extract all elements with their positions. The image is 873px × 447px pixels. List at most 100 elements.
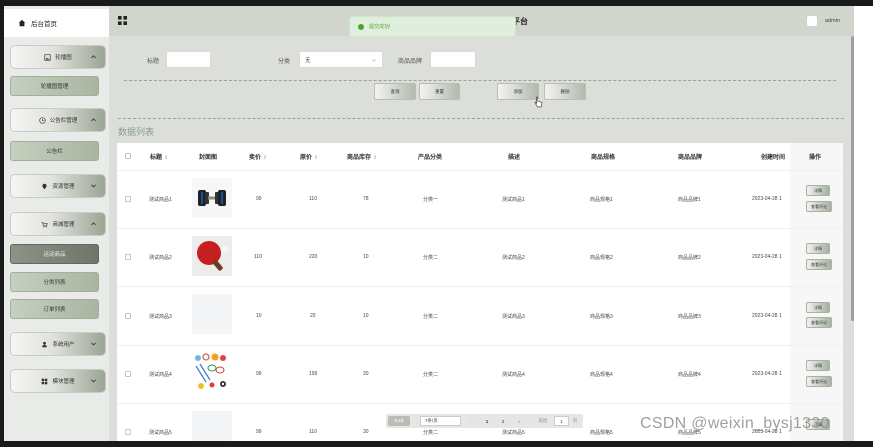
cell-stock: 10 (363, 313, 369, 319)
user-icon (42, 341, 48, 347)
query-button[interactable]: 查询 (374, 83, 416, 100)
row-checkbox[interactable] (125, 313, 131, 319)
brand-label: 商品品牌 (398, 59, 423, 65)
cell-created: 2023-04-28 1 (752, 196, 782, 202)
header-stock[interactable]: 商品库存 ⇕ (347, 152, 377, 161)
goto-input[interactable]: 1 (554, 416, 569, 426)
sort-icon: ⇕ (314, 155, 319, 161)
cell-sale: 99 (256, 196, 262, 202)
view-review-button[interactable]: 查看评论 (806, 259, 832, 270)
menu-order-list[interactable]: 订单列表 (10, 299, 99, 319)
product-image (192, 294, 232, 334)
check-circle-icon (358, 23, 364, 30)
cell-created: 2023-04-28 1 (752, 371, 782, 377)
menu-mall[interactable]: 商城管理 (10, 212, 106, 236)
menu-carousel-label: 轮播图 (55, 55, 72, 61)
row-checkbox[interactable] (125, 371, 131, 377)
row-checkbox[interactable] (125, 254, 131, 260)
cell-title: 测试商品2 (149, 255, 172, 261)
cell-stock: 78 (363, 196, 369, 202)
row-divider (117, 403, 843, 404)
menu-notice-board[interactable]: 公告栏 (10, 141, 99, 161)
menu-sports-goods-label: 运动商品 (43, 252, 66, 258)
category-select[interactable]: 无 (299, 51, 383, 68)
menu-toggle-icon[interactable] (118, 16, 127, 25)
prev-page-button[interactable]: ‹ (466, 416, 476, 426)
header-orig-price[interactable]: 原价 ⇕ (300, 152, 318, 161)
menu-sports-goods[interactable]: 运动商品 (10, 244, 99, 264)
detail-button[interactable]: 详情 (806, 302, 830, 313)
home-icon (18, 19, 26, 27)
menu-system-user-label: 系统用户 (52, 342, 75, 348)
header-sale-price[interactable]: 卖价 ⇕ (249, 152, 267, 161)
next-page-button[interactable]: › (514, 416, 524, 426)
cell-desc: 测试商品2 (502, 255, 525, 261)
menu-notice-board-label: 公告栏 (46, 149, 63, 155)
goto-label: 前往 (538, 418, 548, 423)
toast-message: 提交成功! (369, 24, 391, 30)
page-2[interactable]: 2 (498, 416, 508, 426)
title-input[interactable] (166, 51, 211, 68)
detail-button[interactable]: 详情 (806, 243, 830, 254)
menu-module[interactable]: 模块管理 (10, 369, 106, 393)
row-divider (117, 170, 843, 171)
username[interactable]: admin (825, 18, 840, 24)
row-checkbox[interactable] (125, 429, 131, 435)
page-1[interactable]: 1 (482, 416, 492, 426)
cell-brand: 商品品牌1 (678, 197, 701, 203)
category-select-value: 无 (305, 57, 311, 64)
success-toast: 提交成功! (349, 16, 516, 37)
cell-desc: 测试商品4 (502, 372, 525, 378)
cart-icon (42, 221, 49, 228)
cell-stock: 10 (363, 254, 369, 260)
sort-icon: ⇕ (373, 155, 378, 161)
avatar[interactable] (806, 15, 818, 27)
menu-notice-label: 公告栏管理 (49, 118, 78, 124)
view-review-button[interactable]: 查看评论 (806, 317, 832, 328)
header-created: 创建时间 (761, 155, 786, 161)
page-size-value: 7条/页 (425, 418, 438, 423)
header-title[interactable]: 标题 ⇕ (150, 152, 168, 161)
chevron-down-icon (371, 59, 377, 62)
sports-equipment-image (192, 352, 232, 392)
sidebar-home[interactable]: 后台首页 (4, 9, 109, 37)
product-image (192, 178, 232, 218)
title-label: 标题 (147, 59, 160, 65)
menu-carousel-manage[interactable]: 轮播图管理 (10, 76, 99, 96)
brand-input[interactable] (430, 51, 476, 68)
product-image (192, 236, 232, 276)
menu-mall-label: 商城管理 (52, 222, 75, 228)
detail-button[interactable]: 详情 (806, 185, 830, 196)
row-divider (117, 228, 843, 229)
menu-category-list[interactable]: 分类列表 (10, 272, 99, 292)
delete-button[interactable]: 删除 (544, 83, 586, 100)
view-review-button[interactable]: 查看评论 (806, 376, 832, 387)
cell-stock: 30 (363, 429, 369, 435)
vertical-scrollbar[interactable] (851, 36, 854, 321)
cell-spec: 商品规格5 (590, 430, 613, 436)
menu-carousel-manage-label: 轮播图管理 (40, 84, 69, 90)
reset-button[interactable]: 重置 (419, 83, 460, 100)
location-icon (42, 183, 48, 189)
menu-notice[interactable]: 公告栏管理 (10, 108, 106, 132)
row-checkbox[interactable] (125, 196, 131, 202)
cell-desc: 测试商品1 (502, 197, 525, 203)
detail-button[interactable]: 详情 (806, 360, 830, 371)
menu-resource[interactable]: 资源管理 (10, 174, 106, 198)
select-all-checkbox[interactable] (125, 153, 131, 159)
chevron-up-icon (91, 118, 96, 122)
menu-resource-label: 资源管理 (52, 184, 75, 190)
view-review-button[interactable]: 查看评论 (806, 201, 832, 212)
cell-category: 分类一 (423, 197, 439, 203)
chevron-up-icon (91, 222, 96, 226)
frame-border (0, 0, 4, 447)
menu-carousel[interactable]: 轮播图 (10, 45, 106, 69)
cell-title: 测试商品5 (149, 430, 172, 436)
add-button[interactable]: 添加 (497, 83, 539, 100)
cell-created: 2023-04-28 1 (752, 254, 782, 260)
chevron-down-icon (91, 342, 96, 346)
header-orig-price-label: 原价 (300, 155, 313, 161)
grid-icon (42, 378, 48, 384)
page-size-select[interactable]: 7条/页 (420, 416, 461, 426)
menu-system-user[interactable]: 系统用户 (10, 332, 106, 356)
